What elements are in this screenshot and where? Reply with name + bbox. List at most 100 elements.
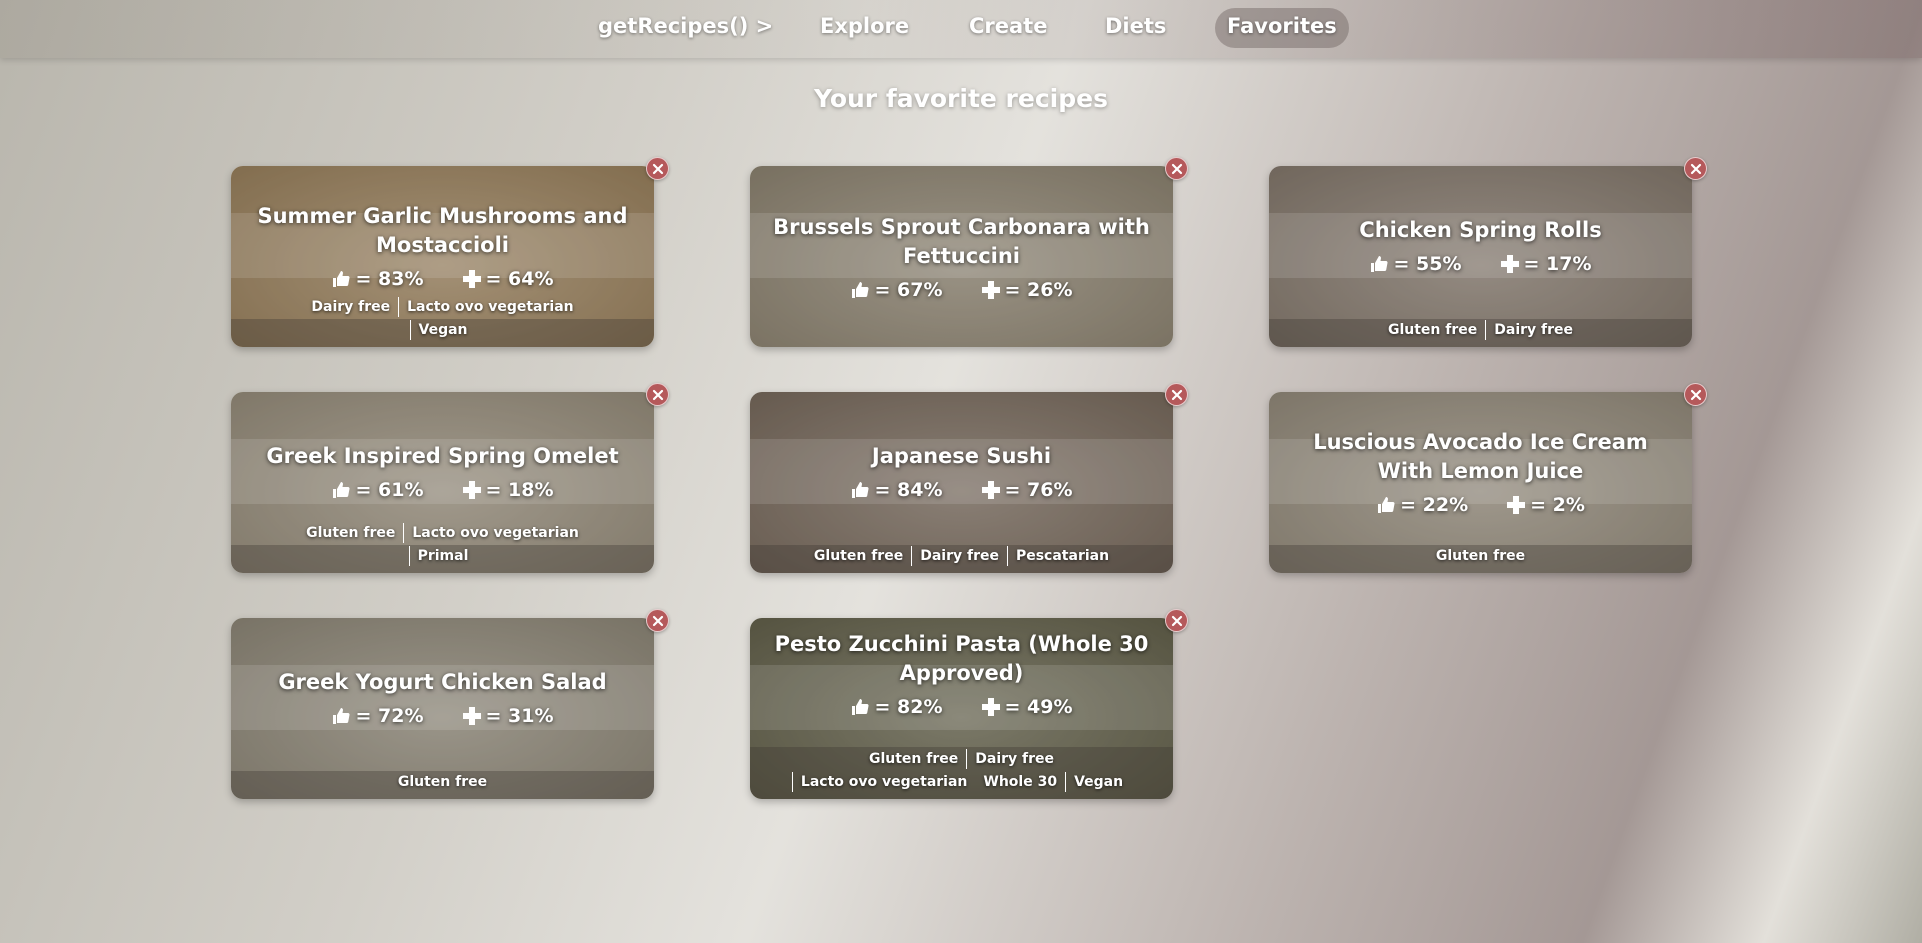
recipe-card[interactable]: Summer Garlic Mushrooms and Mostaccioli … — [231, 157, 669, 347]
diet-tag: Gluten free — [1435, 548, 1526, 564]
health-plus-icon — [462, 269, 481, 288]
likes-stat: = 84% — [850, 479, 943, 501]
thumbs-up-icon — [852, 698, 870, 715]
recipe-card[interactable]: Pesto Zucchini Pasta (Whole 30 Approved)… — [750, 609, 1188, 799]
close-icon — [1690, 389, 1702, 401]
diet-tags: Gluten free — [231, 772, 654, 795]
diet-tags: Gluten free Dairy free Pescatarian — [750, 546, 1173, 569]
remove-favorite-button[interactable] — [1165, 383, 1188, 406]
health-value: = 26% — [1004, 278, 1073, 301]
thumbs-up-icon — [333, 708, 351, 724]
likes-value: = 84% — [874, 479, 943, 501]
nav-item-favorites[interactable]: Favorites — [1215, 8, 1349, 48]
likes-stat: = 83% — [331, 268, 424, 290]
health-value: = 31% — [485, 705, 554, 727]
recipe-card[interactable]: Luscious Avocado Ice Cream With Lemon Ju… — [1269, 383, 1707, 573]
recipe-stats: = 55% = 17% — [1369, 253, 1592, 275]
diet-tags: Gluten free — [1269, 546, 1692, 569]
remove-favorite-button[interactable] — [1684, 157, 1707, 180]
likes-stat: = 82% — [850, 696, 943, 718]
close-icon — [652, 389, 664, 401]
recipe-title[interactable]: Pesto Zucchini Pasta (Whole 30 Approved) — [764, 630, 1159, 688]
likes-stat: = 61% — [331, 479, 424, 501]
recipe-title[interactable]: Japanese Sushi — [872, 442, 1051, 471]
remove-favorite-button[interactable] — [1165, 157, 1188, 180]
thumbs-up-icon — [852, 482, 870, 498]
recipe-card[interactable]: Chicken Spring Rolls = 55% = 17% Gluten … — [1269, 157, 1707, 347]
close-icon — [1171, 163, 1183, 175]
recipe-stats: = 67% = 26% — [850, 279, 1073, 301]
recipe-stats: = 83% = 64% — [331, 268, 554, 290]
recipe-stats: = 22% = 2% — [1376, 494, 1585, 516]
health-stat: = 26% — [981, 279, 1073, 301]
health-stat: = 31% — [462, 705, 554, 727]
likes-stat: = 55% — [1369, 253, 1462, 275]
diet-tag: Dairy free — [311, 299, 391, 315]
thumbs-up-icon — [333, 482, 351, 498]
remove-favorite-button[interactable] — [646, 157, 669, 180]
health-stat: = 64% — [462, 268, 554, 290]
diet-tags: Gluten free Lacto ovo vegetarian Primal — [231, 523, 654, 569]
nav-item-diets[interactable]: Diets — [1093, 8, 1178, 48]
recipe-title[interactable]: Brussels Sprout Carbonara with Fettuccin… — [764, 213, 1159, 271]
close-icon — [652, 163, 664, 175]
diet-tag: Gluten free — [306, 525, 396, 541]
diet-tags: Dairy free Lacto ovo vegetarian Vegan — [231, 297, 654, 343]
diet-tag: Lacto ovo vegetarian — [403, 523, 586, 543]
nav-brand[interactable]: getRecipes() > — [586, 8, 785, 48]
diet-tag: Vegan — [409, 320, 476, 340]
health-value: = 76% — [1004, 479, 1073, 501]
remove-favorite-button[interactable] — [646, 383, 669, 406]
recipe-card[interactable]: Japanese Sushi = 84% = 76% Gluten free Da… — [750, 383, 1188, 573]
nav-item-create[interactable]: Create — [957, 8, 1059, 48]
health-plus-icon — [1507, 495, 1526, 514]
diet-tag: Dairy free — [1485, 320, 1581, 340]
thumbs-up-icon — [333, 270, 351, 287]
health-value: = 49% — [1004, 695, 1073, 718]
health-plus-icon — [981, 280, 1000, 299]
recipe-card[interactable]: Greek Inspired Spring Omelet = 61% = 18%… — [231, 383, 669, 573]
health-plus-icon — [462, 481, 481, 499]
health-plus-icon — [981, 481, 1000, 499]
diet-tags: Gluten free Dairy free Lacto ovo vegetaria… — [750, 749, 1173, 795]
likes-stat: = 72% — [331, 705, 424, 727]
health-stat: = 18% — [462, 479, 554, 501]
diet-tag: Primal — [408, 546, 477, 566]
health-value: = 17% — [1523, 253, 1592, 275]
likes-stat: = 67% — [850, 279, 943, 301]
remove-favorite-button[interactable] — [1684, 383, 1707, 406]
thumbs-up-icon — [852, 281, 870, 298]
health-value: = 18% — [485, 479, 554, 501]
remove-favorite-button[interactable] — [1165, 609, 1188, 632]
diet-tag: Whole 30 — [983, 774, 1058, 790]
remove-favorite-button[interactable] — [646, 609, 669, 632]
diet-tag: Gluten free — [397, 774, 488, 790]
thumbs-up-icon — [1378, 496, 1395, 513]
recipe-card[interactable]: Brussels Sprout Carbonara with Fettuccin… — [750, 157, 1188, 347]
health-value: = 64% — [485, 267, 554, 290]
recipe-title[interactable]: Chicken Spring Rolls — [1359, 216, 1601, 245]
top-navbar: getRecipes() > Explore Create Diets Favo… — [0, 0, 1922, 58]
recipe-title[interactable]: Greek Yogurt Chicken Salad — [278, 668, 606, 697]
close-icon — [1171, 389, 1183, 401]
diet-tag: Lacto ovo vegetarian — [791, 772, 975, 792]
likes-value: = 22% — [1400, 493, 1469, 516]
diet-tag: Gluten free — [868, 751, 959, 767]
close-icon — [652, 615, 664, 627]
nav-item-explore[interactable]: Explore — [808, 8, 921, 48]
recipe-title[interactable]: Luscious Avocado Ice Cream With Lemon Ju… — [1283, 428, 1678, 486]
diet-tags: Gluten free Dairy free — [1269, 320, 1692, 343]
health-plus-icon — [1500, 255, 1519, 273]
health-plus-icon — [981, 697, 1000, 716]
diet-tag: Gluten free — [813, 548, 904, 564]
close-icon — [1690, 163, 1702, 175]
health-stat: = 2% — [1506, 494, 1585, 516]
page-title: Your favorite recipes — [814, 84, 1108, 113]
health-stat: = 17% — [1500, 253, 1592, 275]
likes-stat: = 22% — [1376, 494, 1468, 516]
thumbs-up-icon — [1371, 256, 1389, 272]
recipe-card[interactable]: Greek Yogurt Chicken Salad = 72% = 31% G… — [231, 609, 669, 799]
recipe-stats: = 82% = 49% — [850, 695, 1073, 718]
recipe-title[interactable]: Summer Garlic Mushrooms and Mostaccioli — [245, 202, 640, 260]
recipe-title[interactable]: Greek Inspired Spring Omelet — [266, 442, 618, 471]
